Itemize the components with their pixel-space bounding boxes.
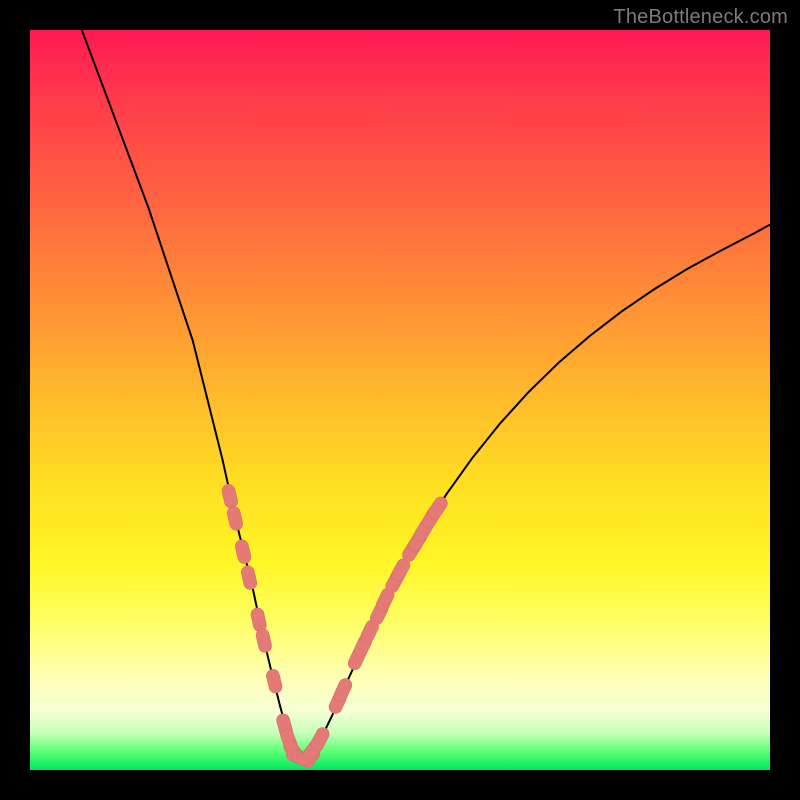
- curve-marker: [226, 505, 244, 531]
- curve-markers: [221, 483, 450, 770]
- curve-marker: [265, 668, 283, 694]
- chart-frame: TheBottleneck.com: [0, 0, 800, 800]
- watermark-text: TheBottleneck.com: [613, 6, 788, 29]
- curve-marker: [240, 564, 258, 590]
- bottleneck-curve: [82, 30, 770, 758]
- curve-marker: [255, 627, 273, 653]
- curve-marker: [234, 539, 252, 565]
- chart-svg: [30, 30, 770, 770]
- curve-marker: [221, 483, 239, 509]
